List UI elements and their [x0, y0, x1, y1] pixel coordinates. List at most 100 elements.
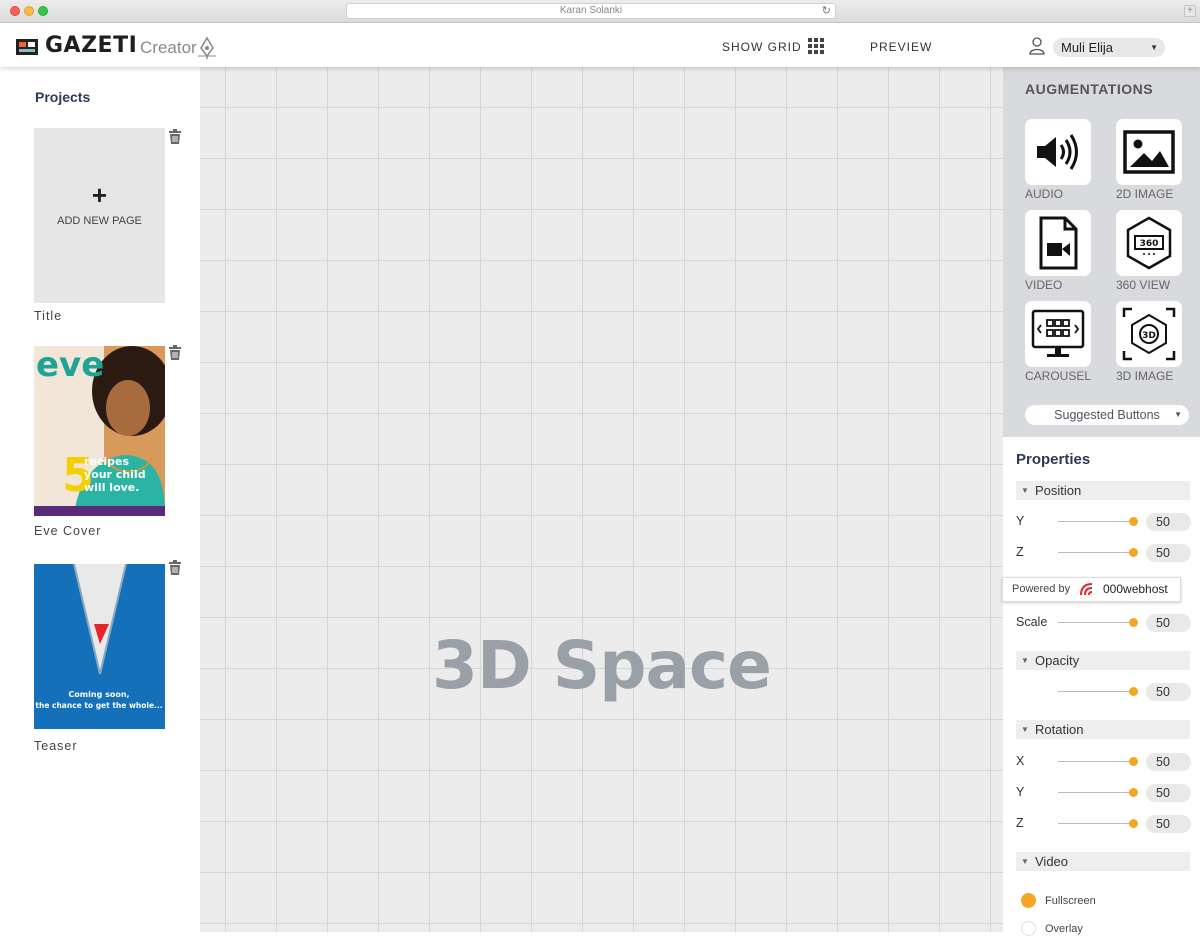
canvas-label: 3D Space — [432, 627, 772, 704]
webhost-name: 000webhost — [1103, 582, 1168, 596]
carousel-icon — [1031, 309, 1085, 357]
zoom-window-button[interactable] — [38, 6, 48, 16]
grid-icon[interactable] — [808, 38, 824, 54]
3d-image-augmentation-button[interactable]: 3D — [1116, 301, 1182, 367]
carousel-label: CAROUSEL — [1025, 369, 1092, 383]
window-titlebar: Karan Solanki ↻ + — [0, 0, 1200, 23]
augmentations-title: AUGMENTATIONS — [1025, 81, 1154, 97]
360-icon-text: 360 — [1140, 239, 1159, 249]
video-label: Video — [1035, 854, 1069, 869]
augmentations-panel: AUGMENTATIONS AUDIO 2D IMAGE VIDEO 360 3… — [1003, 67, 1200, 437]
new-tab-button[interactable]: + — [1184, 5, 1196, 17]
slider-knob[interactable] — [1129, 757, 1138, 766]
user-name: Muli Elija — [1061, 40, 1114, 55]
logo-text: GAZETI — [45, 33, 138, 58]
3d-image-icon: 3D — [1122, 307, 1176, 361]
audio-augmentation-button[interactable] — [1025, 119, 1091, 185]
2d-image-label: 2D IMAGE — [1116, 187, 1174, 201]
value-field[interactable]: 50 — [1146, 683, 1191, 701]
value-field[interactable]: 50 — [1146, 614, 1191, 632]
position-label: Position — [1035, 483, 1082, 498]
webhost-logo-icon — [1080, 583, 1093, 596]
value-field[interactable]: 50 — [1146, 784, 1191, 802]
rotation-z-row: Z 50 — [1016, 815, 1191, 833]
minimize-window-button[interactable] — [24, 6, 34, 16]
carousel-augmentation-button[interactable] — [1025, 301, 1091, 367]
address-bar[interactable]: Karan Solanki ↻ — [346, 3, 836, 19]
powered-by-badge[interactable]: Powered by 000webhost — [1002, 577, 1181, 602]
properties-title: Properties — [1016, 451, 1091, 468]
position-y-row: Y 50 — [1016, 513, 1191, 531]
slider-knob[interactable] — [1129, 618, 1138, 627]
show-grid-button[interactable]: SHOW GRID — [722, 40, 802, 54]
value-field[interactable]: 50 — [1146, 513, 1191, 531]
user-dropdown[interactable]: Muli Elija ▼ — [1053, 38, 1165, 57]
chevron-down-icon: ▼ — [1150, 43, 1158, 52]
slider-knob[interactable] — [1129, 517, 1138, 526]
cover-headline-1: recipes — [84, 455, 130, 468]
slider-track[interactable] — [1058, 691, 1136, 692]
360-view-icon: 360 — [1126, 216, 1172, 270]
360-view-augmentation-button[interactable]: 360 — [1116, 210, 1182, 276]
slider-track[interactable] — [1058, 622, 1136, 623]
video-label: VIDEO — [1025, 278, 1063, 292]
360-view-label: 360 VIEW — [1116, 278, 1171, 292]
cover-headline-2: your child — [84, 468, 146, 481]
video-augmentation-button[interactable] — [1025, 210, 1091, 276]
video-file-icon — [1039, 216, 1078, 270]
slider-track[interactable] — [1058, 761, 1136, 762]
user-icon — [1029, 37, 1045, 55]
axis-label: Y — [1016, 785, 1025, 799]
add-new-page-card[interactable]: + ADD NEW PAGE — [34, 128, 165, 303]
preview-button[interactable]: PREVIEW — [870, 40, 932, 54]
rotation-section-header[interactable]: ▼ Rotation — [1016, 720, 1190, 739]
axis-label: Y — [1016, 514, 1025, 528]
2d-image-augmentation-button[interactable] — [1116, 119, 1182, 185]
slider-track[interactable] — [1058, 521, 1136, 522]
projects-title: Projects — [35, 89, 91, 105]
value-field[interactable]: 50 — [1146, 815, 1191, 833]
collapse-triangle-icon: ▼ — [1021, 486, 1029, 495]
suggested-buttons-dropdown[interactable]: Suggested Buttons ▼ — [1025, 405, 1189, 425]
slider-track[interactable] — [1058, 792, 1136, 793]
add-new-page-label: ADD NEW PAGE — [57, 215, 142, 227]
collapse-triangle-icon: ▼ — [1021, 725, 1029, 734]
trash-icon[interactable] — [168, 129, 182, 144]
slider-knob[interactable] — [1129, 788, 1138, 797]
value-field[interactable]: 50 — [1146, 753, 1191, 771]
projects-sidebar: Projects + ADD NEW PAGE Title eve 5 reci… — [0, 67, 200, 932]
axis-label: Z — [1016, 816, 1024, 830]
cover-headline-3: will love. — [84, 481, 139, 494]
collapse-triangle-icon: ▼ — [1021, 857, 1029, 866]
slider-knob[interactable] — [1129, 548, 1138, 557]
video-section-header[interactable]: ▼ Video — [1016, 852, 1190, 871]
position-section-header[interactable]: ▼ Position — [1016, 481, 1190, 500]
trash-icon[interactable] — [168, 345, 182, 360]
slider-track[interactable] — [1058, 823, 1136, 824]
slider-knob[interactable] — [1129, 819, 1138, 828]
cover-brand: eve — [36, 346, 104, 385]
trash-icon[interactable] — [168, 560, 182, 575]
value-field[interactable]: 50 — [1146, 544, 1191, 562]
3d-space-canvas[interactable]: 3D Space — [200, 67, 1003, 932]
reload-icon[interactable]: ↻ — [822, 4, 831, 18]
opacity-section-header[interactable]: ▼ Opacity — [1016, 651, 1190, 670]
eve-cover-thumbnail[interactable]: eve 5 recipes your child will love. — [34, 346, 165, 516]
opacity-row: 50 — [1016, 683, 1191, 701]
rotation-y-row: Y 50 — [1016, 784, 1191, 802]
page-label: Title — [34, 309, 63, 323]
close-window-button[interactable] — [10, 6, 20, 16]
page-label: Teaser — [34, 739, 78, 753]
rotation-x-row: X 50 — [1016, 753, 1191, 771]
scale-row: Scale 50 — [1016, 614, 1191, 632]
slider-track[interactable] — [1058, 552, 1136, 553]
teaser-thumbnail[interactable]: Coming soon, the chance to get the whole… — [34, 564, 165, 729]
logo-icon — [16, 39, 38, 55]
fullscreen-radio[interactable] — [1021, 893, 1036, 908]
slider-knob[interactable] — [1129, 687, 1138, 696]
scale-label: Scale — [1016, 615, 1048, 629]
pen-nib-icon — [198, 36, 216, 59]
suggested-buttons-label: Suggested Buttons — [1054, 408, 1160, 422]
overlay-radio[interactable] — [1021, 921, 1036, 936]
teaser-line-1: Coming soon, — [68, 690, 129, 699]
